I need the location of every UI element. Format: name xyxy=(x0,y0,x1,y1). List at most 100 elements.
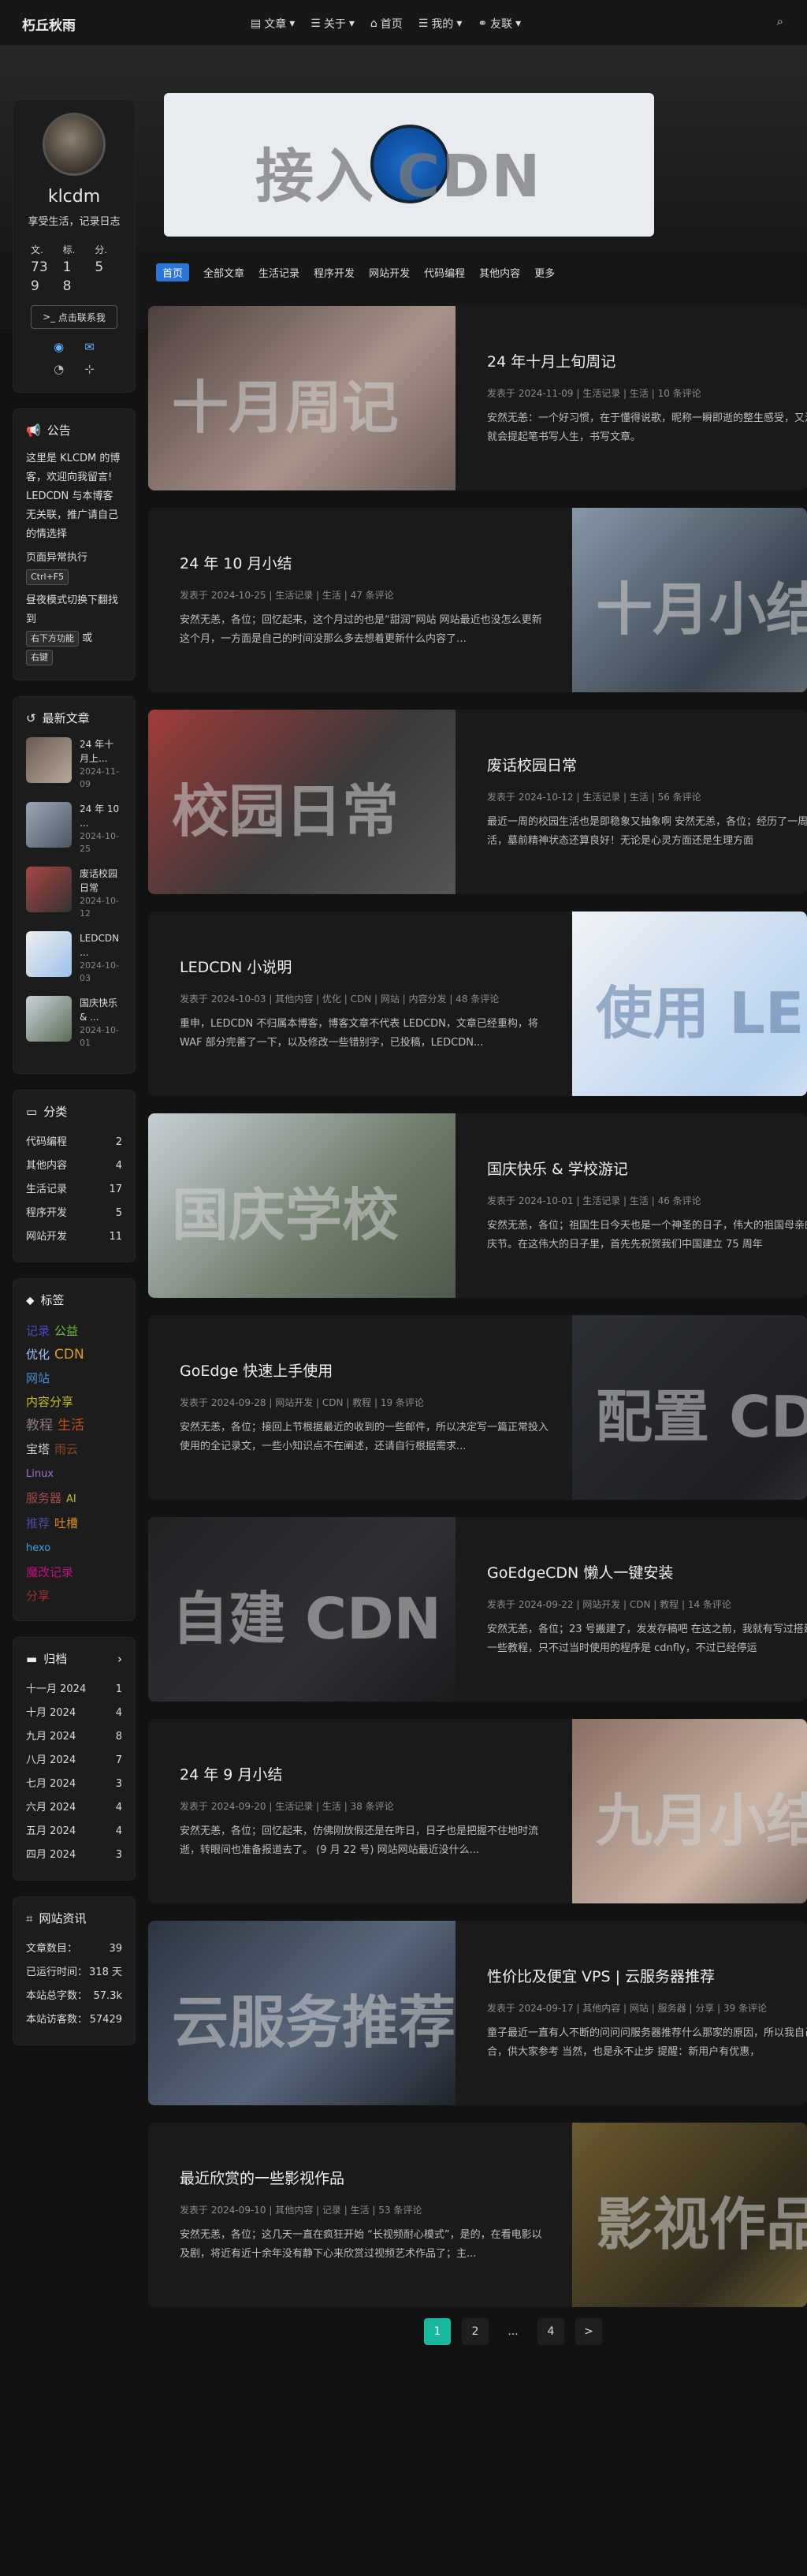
archive-item[interactable]: 五月 2024 4 xyxy=(26,1820,122,1843)
rss-icon[interactable]: ◔ xyxy=(54,362,64,376)
post-title[interactable]: 24 年 9 月小结 xyxy=(180,1763,550,1784)
tag[interactable]: Linux xyxy=(26,1468,54,1480)
sidebar: klcdm 享受生活，记录日志 文. 标. 分. 73 1 5 9 8 >_ 点… xyxy=(13,99,136,2061)
post-cover[interactable]: 使用 LED xyxy=(572,911,807,1096)
tag[interactable]: AI xyxy=(66,1493,76,1505)
category-tab-web[interactable]: 网站开发 xyxy=(369,265,410,280)
category-item[interactable]: 代码编程 2 xyxy=(26,1131,122,1154)
post-title[interactable]: GoEdgeCDN 懒人一键安装 xyxy=(487,1561,807,1583)
tag[interactable]: 宝塔 xyxy=(26,1442,50,1456)
archive-item[interactable]: 六月 2024 4 xyxy=(26,1796,122,1820)
post-cover[interactable]: 云服务推荐 xyxy=(148,1921,456,2105)
post-title[interactable]: 国庆快乐 & 学校游记 xyxy=(487,1158,807,1179)
tag[interactable]: 魔改记录 xyxy=(26,1565,73,1579)
category-card: ▭ 分类 代码编程 2 其他内容 4 生活记录 17 程序开发 5 网站开发 11 xyxy=(13,1090,136,1262)
post-card[interactable]: 24 年 10 月小结 发表于 2024-10-25 | 生活记录 | 生活 | … xyxy=(148,508,807,692)
post-title[interactable]: 24 年 10 月小结 xyxy=(180,552,550,573)
archive-item[interactable]: 十一月 2024 1 xyxy=(26,1678,122,1702)
post-card[interactable]: 自建 CDN GoEdgeCDN 懒人一键安装 发表于 2024-09-22 | … xyxy=(148,1517,807,1702)
post-card[interactable]: 云服务推荐 性价比及便宜 VPS | 云服务器推荐 发表于 2024-09-17 … xyxy=(148,1921,807,2105)
tag[interactable]: 公益 xyxy=(54,1324,78,1338)
recent-item[interactable]: LEDCDN ... 2024-10-03 xyxy=(26,931,122,985)
tag[interactable]: 优化 xyxy=(26,1348,50,1362)
tag[interactable]: 教程 xyxy=(26,1418,53,1433)
tag[interactable]: 内容分享 xyxy=(26,1395,73,1409)
archive-item[interactable]: 四月 2024 3 xyxy=(26,1843,122,1867)
stat-label[interactable]: 分. xyxy=(95,243,122,256)
category-item[interactable]: 网站开发 11 xyxy=(26,1225,122,1249)
github-icon[interactable]: ◉ xyxy=(54,340,64,354)
post-meta: 发表于 2024-09-10 | 其他内容 | 记录 | 生活 | 53 条评论 xyxy=(180,2205,422,2216)
post-card[interactable]: 24 年 9 月小结 发表于 2024-09-20 | 生活记录 | 生活 | 3… xyxy=(148,1719,807,1903)
contact-button[interactable]: >_ 点击联系我 xyxy=(31,305,117,329)
avatar[interactable] xyxy=(43,113,106,176)
nav-item-friends[interactable]: ⚭ 友联 ▾ xyxy=(478,16,521,32)
post-cover[interactable]: 配置 CDN xyxy=(572,1315,807,1500)
stat-label[interactable]: 标. xyxy=(63,243,91,256)
post-cover[interactable]: 十月周记 xyxy=(148,306,456,490)
nav-item-articles[interactable]: ▤ 文章 ▾ xyxy=(251,16,295,32)
banner-image[interactable]: 接入 CDN xyxy=(164,93,654,237)
page-button[interactable]: 1 xyxy=(424,2318,451,2345)
tag[interactable]: 分享 xyxy=(26,1589,50,1603)
post-card[interactable]: 国庆学校 国庆快乐 & 学校游记 发表于 2024-10-01 | 生活记录 | … xyxy=(148,1113,807,1298)
nav-item-mine[interactable]: ☰ 我的 ▾ xyxy=(418,16,463,32)
tag[interactable]: 吐槽 xyxy=(54,1516,78,1530)
tag[interactable]: 服务器 xyxy=(26,1491,61,1505)
tag[interactable]: hexo xyxy=(26,1542,50,1554)
category-item[interactable]: 其他内容 4 xyxy=(26,1154,122,1178)
post-title[interactable]: 最近欣赏的一些影视作品 xyxy=(180,2167,550,2188)
archive-item[interactable]: 九月 2024 8 xyxy=(26,1725,122,1749)
category-tab-other[interactable]: 其他内容 xyxy=(479,265,520,280)
email-icon[interactable]: ✉ xyxy=(84,340,95,354)
category-tab-program[interactable]: 程序开发 xyxy=(314,265,355,280)
recent-item[interactable]: 24 年 10 ... 2024-10-25 xyxy=(26,802,122,856)
category-item[interactable]: 生活记录 17 xyxy=(26,1178,122,1202)
nav-item-home[interactable]: ⌂ 首页 xyxy=(370,16,403,32)
tag[interactable]: 推荐 xyxy=(26,1516,50,1530)
category-tab-all[interactable]: 全部文章 xyxy=(203,265,244,280)
archive-item[interactable]: 七月 2024 3 xyxy=(26,1773,122,1796)
category-tab-home[interactable]: 首页 xyxy=(156,263,190,281)
site-brand[interactable]: 朽丘秋雨 xyxy=(22,14,76,34)
post-title[interactable]: LEDCDN 小说明 xyxy=(180,956,550,977)
nav-item-about[interactable]: ☰ 关于 ▾ xyxy=(311,16,355,32)
post-cover[interactable]: 影视作品 xyxy=(572,2123,807,2307)
post-title[interactable]: GoEdge 快速上手使用 xyxy=(180,1359,550,1381)
recent-item[interactable]: 废话校园日常 2024-10-12 xyxy=(26,867,122,920)
post-title[interactable]: 性价比及便宜 VPS | 云服务器推荐 xyxy=(487,1965,807,1986)
stat-value: 1 xyxy=(62,259,72,275)
post-cover[interactable]: 十月小结 xyxy=(572,508,807,692)
tag[interactable]: 网站 xyxy=(26,1371,50,1385)
post-card[interactable]: 校园日常 废话校园日常 发表于 2024-10-12 | 生活记录 | 生活 | … xyxy=(148,710,807,894)
chevron-right-icon[interactable]: › xyxy=(117,1652,122,1666)
category-tab-more[interactable]: 更多 xyxy=(534,265,555,280)
stat-label[interactable]: 文. xyxy=(31,243,58,256)
archive-item[interactable]: 十月 2024 4 xyxy=(26,1702,122,1725)
recent-item[interactable]: 24 年十月上... 2024-11-09 xyxy=(26,737,122,791)
archive-item[interactable]: 八月 2024 7 xyxy=(26,1749,122,1773)
post-cover[interactable]: 校园日常 xyxy=(148,710,456,894)
post-card[interactable]: GoEdge 快速上手使用 发表于 2024-09-28 | 网站开发 | CDN… xyxy=(148,1315,807,1500)
post-card[interactable]: 十月周记 24 年十月上旬周记 发表于 2024-11-09 | 生活记录 | 生… xyxy=(148,306,807,490)
next-page-button[interactable]: > xyxy=(575,2318,602,2345)
category-item[interactable]: 程序开发 5 xyxy=(26,1202,122,1225)
post-cover[interactable]: 国庆学校 xyxy=(148,1113,456,1298)
post-card[interactable]: LEDCDN 小说明 发表于 2024-10-03 | 其他内容 | 优化 | C… xyxy=(148,911,807,1096)
page-button[interactable]: 2 xyxy=(462,2318,489,2345)
tag[interactable]: 雨云 xyxy=(54,1442,78,1456)
recent-item[interactable]: 国庆快乐 & ... 2024-10-01 xyxy=(26,996,122,1049)
post-card[interactable]: 最近欣赏的一些影视作品发表于 2024-09-10 | 其他内容 | 记录 | … xyxy=(148,2123,807,2307)
sitemap-icon[interactable]: ⊹ xyxy=(84,362,95,376)
category-tab-life[interactable]: 生活记录 xyxy=(258,265,299,280)
tag[interactable]: CDN xyxy=(54,1347,84,1363)
category-tab-code[interactable]: 代码编程 xyxy=(424,265,465,280)
post-title[interactable]: 废话校园日常 xyxy=(487,754,807,775)
post-cover[interactable]: 自建 CDN xyxy=(148,1517,456,1702)
post-cover[interactable]: 九月小结 xyxy=(572,1719,807,1903)
tag[interactable]: 生活 xyxy=(58,1418,84,1433)
search-icon[interactable]: ⌕ xyxy=(777,14,783,28)
page-button[interactable]: 4 xyxy=(537,2318,564,2345)
tag[interactable]: 记录 xyxy=(26,1324,50,1338)
post-title[interactable]: 24 年十月上旬周记 xyxy=(487,350,807,371)
